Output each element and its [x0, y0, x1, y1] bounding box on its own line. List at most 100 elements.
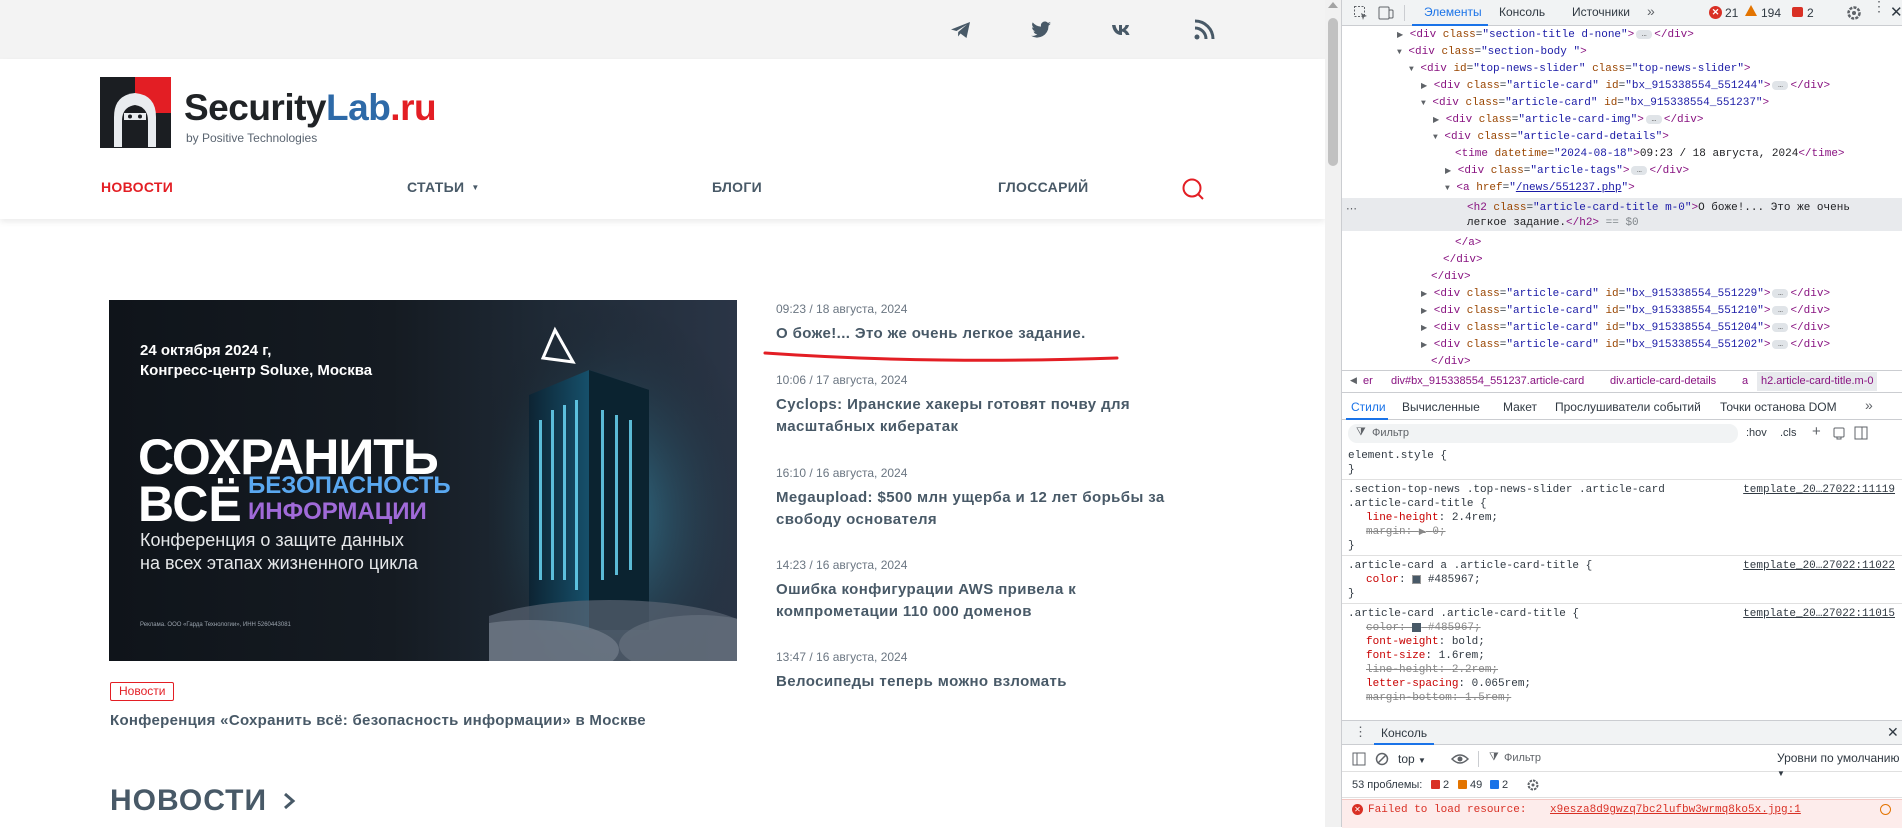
css-selector[interactable]: element.style { — [1348, 450, 1447, 462]
news-title[interactable]: Велосипеды теперь можно взломать — [776, 671, 1196, 693]
breadcrumb-item[interactable]: er — [1363, 375, 1373, 387]
problem-warning-count[interactable]: 49 — [1470, 779, 1482, 791]
dom-node[interactable]: ▶ <div class="article-card-img">… </div> — [1433, 114, 1703, 126]
scrollbar-thumb[interactable] — [1328, 18, 1338, 166]
tab-console[interactable]: Консоль — [1499, 5, 1545, 19]
tab-elements[interactable]: Элементы — [1424, 5, 1482, 19]
close-drawer-icon[interactable]: ✕ — [1887, 724, 1899, 741]
dom-node[interactable]: ▶ <div class="article-card" id="bx_91533… — [1421, 339, 1830, 351]
tab-sources[interactable]: Источники — [1572, 5, 1630, 19]
console-filter-input[interactable]: ⧩ Фильтр — [1487, 750, 1687, 768]
dom-node[interactable]: ▼ <div class="section-body "> — [1397, 46, 1587, 58]
network-icon[interactable] — [1880, 804, 1891, 815]
page-scrollbar[interactable] — [1325, 0, 1341, 827]
problem-info-count[interactable]: 2 — [1502, 779, 1508, 791]
rendering-emulation-icon[interactable] — [1832, 426, 1846, 440]
telegram-icon[interactable] — [949, 18, 973, 42]
more-tabs-icon[interactable]: » — [1865, 397, 1873, 413]
error-count[interactable]: 21 — [1725, 6, 1738, 20]
css-selector[interactable]: .article-card a .article-card-title { — [1348, 560, 1592, 572]
warning-count[interactable]: 194 — [1761, 6, 1781, 20]
inspect-element-icon[interactable] — [1353, 5, 1369, 21]
error-source-link[interactable]: x9esza8d9gwzq7bc2lufbw3wrmq8ko5x.jpg:1 — [1550, 804, 1801, 816]
cls-toggle[interactable]: .cls — [1780, 427, 1797, 439]
css-declaration-overridden[interactable]: margin: ▶ 0; — [1366, 526, 1446, 538]
color-swatch[interactable] — [1412, 622, 1422, 632]
dom-node[interactable]: ▼ <div class="article-card" id="bx_91533… — [1421, 97, 1769, 109]
css-declaration[interactable]: line-height: 2.4rem; — [1366, 512, 1498, 524]
news-title[interactable]: О боже!... Это же очень легкое задание. — [776, 323, 1196, 345]
category-tag[interactable]: Новости — [110, 682, 175, 701]
tab-layout[interactable]: Макет — [1503, 400, 1537, 414]
logo-mascot[interactable] — [100, 77, 171, 148]
css-declaration-overridden[interactable]: margin-bottom: 1.5rem; — [1366, 692, 1511, 704]
twitter-icon[interactable] — [1029, 18, 1053, 42]
css-source-link[interactable]: template_20…27022:11119 — [1743, 484, 1895, 496]
css-declaration-overridden[interactable]: line-height: 2.2rem; — [1366, 664, 1498, 676]
scroll-up-arrow-icon[interactable] — [1328, 2, 1338, 8]
dom-node[interactable]: <time datetime="2024-08-18">09:23 / 18 а… — [1455, 148, 1845, 160]
logo-wordmark[interactable]: SecurityLab.ru — [184, 87, 437, 129]
context-selector[interactable]: top ▼ — [1398, 752, 1426, 766]
tab-styles[interactable]: Стили — [1351, 400, 1386, 414]
tab-event-listeners[interactable]: Прослушиватели событий — [1555, 400, 1701, 414]
search-icon[interactable] — [1181, 177, 1205, 201]
dom-node[interactable]: ▼ <div id="top-news-slider" class="top-n… — [1409, 63, 1751, 75]
news-title[interactable]: Ошибка конфигурации AWS привела к компро… — [776, 579, 1196, 623]
issues-count[interactable]: 2 — [1807, 6, 1814, 20]
breadcrumb-item[interactable]: div#bx_915338554_551237.article-card — [1391, 375, 1584, 387]
featured-article-title[interactable]: Конференция «Сохранить всё: безопасность… — [110, 712, 646, 729]
console-error-row[interactable]: ✕ Failed to load resource: x9esza8d9gwzq… — [1342, 799, 1902, 828]
live-expression-eye-icon[interactable] — [1451, 752, 1469, 766]
breadcrumb-item-selected[interactable]: h2.article-card-title.m-0 — [1757, 372, 1878, 391]
device-toolbar-icon[interactable] — [1378, 5, 1394, 21]
dom-node[interactable]: ▶ <div class="article-card" id="bx_91533… — [1421, 322, 1830, 334]
css-declaration[interactable]: font-weight: bold; — [1366, 636, 1485, 648]
breadcrumb-item[interactable]: div.article-card-details — [1610, 375, 1716, 387]
sidebar-toggle-icon[interactable] — [1352, 752, 1366, 766]
close-devtools-icon[interactable]: ✕ — [1890, 3, 1902, 21]
dom-node[interactable]: ▼ <div class="article-card-details"> — [1433, 131, 1669, 143]
problems-label[interactable]: 53 проблемы: — [1352, 779, 1422, 791]
css-declaration-overridden[interactable]: color: #485967; — [1366, 622, 1481, 634]
dom-node-selected-cont[interactable]: легкое задание.</h2> == $0 — [1467, 217, 1639, 229]
kebab-menu-icon[interactable]: ⋮ — [1872, 0, 1886, 13]
settings-gear-icon[interactable] — [1845, 4, 1863, 22]
css-selector[interactable]: .section-top-news .top-news-slider .arti… — [1348, 484, 1665, 496]
css-source-link[interactable]: template_20…27022:11015 — [1743, 608, 1895, 620]
css-declaration[interactable]: color: #485967; — [1366, 574, 1481, 586]
problem-error-count[interactable]: 2 — [1443, 779, 1449, 791]
nav-articles[interactable]: СТАТЬИ ▼ — [407, 179, 480, 195]
styles-filter-input[interactable]: ⧩ Фильтр — [1348, 424, 1738, 443]
css-declaration[interactable]: letter-spacing: 0.065rem; — [1366, 678, 1531, 690]
css-declaration[interactable]: font-size: 1.6rem; — [1366, 650, 1485, 662]
news-title[interactable]: Megaupload: $500 млн ущерба и 12 лет бор… — [776, 487, 1196, 531]
nav-glossary[interactable]: ГЛОССАРИЙ — [998, 179, 1088, 195]
tab-dom-breakpoints[interactable]: Точки останова DOM — [1720, 400, 1837, 414]
nav-news[interactable]: НОВОСТИ — [101, 179, 173, 195]
toggle-sidebar-icon[interactable] — [1854, 426, 1868, 440]
chevron-right-icon[interactable] — [282, 792, 296, 810]
color-swatch[interactable] — [1412, 574, 1422, 584]
dom-node-selected[interactable]: <h2 class="article-card-title m-0">О бож… — [1467, 202, 1850, 214]
console-settings-gear-icon[interactable] — [1526, 778, 1540, 792]
new-rule-icon[interactable]: + — [1812, 423, 1821, 440]
rss-icon[interactable] — [1192, 18, 1216, 42]
promo-banner-image[interactable]: 24 октября 2024 г, Конгресс-центр Soluxe… — [109, 300, 737, 661]
dom-node[interactable]: ▶ <div class="article-card" id="bx_91533… — [1421, 288, 1830, 300]
css-selector[interactable]: .article-card-title { — [1348, 498, 1487, 510]
tab-drawer-console[interactable]: Консоль — [1381, 726, 1427, 740]
breadcrumb-item[interactable]: a — [1742, 375, 1748, 387]
dom-node[interactable]: ▶ <div class="article-tags">… </div> — [1445, 165, 1689, 177]
tab-computed[interactable]: Вычисленные — [1402, 400, 1480, 414]
css-source-link[interactable]: template_20…27022:11022 — [1743, 560, 1895, 572]
drawer-menu-icon[interactable]: ⋮ — [1354, 724, 1367, 740]
dom-node[interactable]: ▶ <div class="section-title d-none">… </d… — [1397, 29, 1694, 41]
more-tabs-icon[interactable]: » — [1647, 3, 1655, 19]
css-selector[interactable]: .article-card .article-card-title { — [1348, 608, 1579, 620]
dom-node[interactable]: ▼ <a href="/news/551237.php"> — [1445, 182, 1635, 194]
dom-node[interactable]: ▶ <div class="article-card" id="bx_91533… — [1421, 80, 1830, 92]
news-title[interactable]: Cyclops: Иранские хакеры готовят почву д… — [776, 394, 1196, 438]
vk-icon[interactable] — [1110, 18, 1134, 42]
breadcrumb-left-arrow-icon[interactable]: ◀ — [1350, 375, 1357, 386]
